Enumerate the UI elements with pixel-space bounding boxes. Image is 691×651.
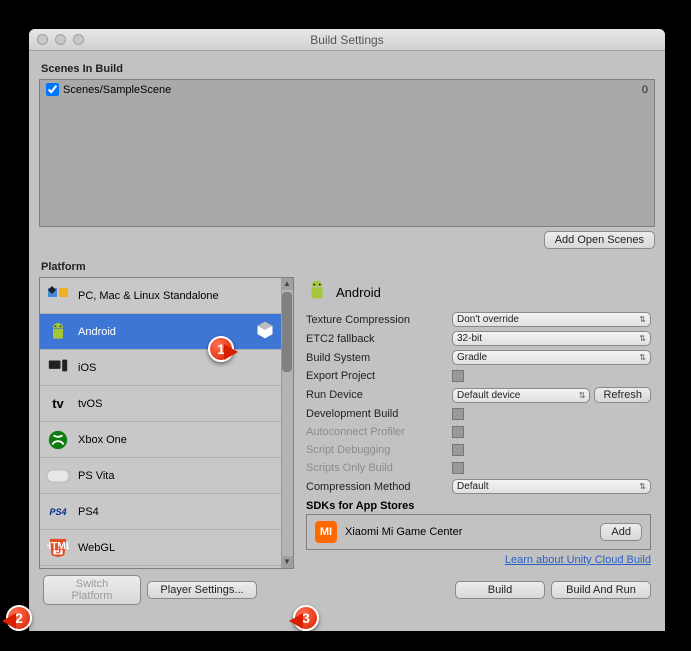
export-project-label: Export Project [306,370,452,382]
compression-method-select[interactable]: Default [452,479,651,494]
sdk-add-button[interactable]: Add [600,523,642,541]
platform-detail: Android Texture CompressionDon't overrid… [302,257,655,569]
psvita-icon [46,464,70,488]
sdk-item: MI Xiaomi Mi Game Center Add [306,514,651,550]
development-build-label: Development Build [306,408,452,420]
platform-item-xboxone[interactable]: Xbox One [40,422,281,458]
detail-title: Android [336,285,381,300]
scroll-thumb[interactable] [282,292,292,372]
platform-item-standalone[interactable]: PC, Mac & Linux Standalone [40,278,281,314]
scene-checkbox[interactable] [46,83,59,96]
platform-scrollbar[interactable]: ▲ ▼ [281,278,293,568]
xiaomi-icon: MI [315,521,337,543]
build-button[interactable]: Build [455,581,545,599]
etc2-fallback-label: ETC2 fallback [306,333,452,345]
scroll-down-icon[interactable]: ▼ [281,556,293,568]
callout-2: 2 [6,605,32,631]
build-settings-window: Build Settings Scenes In Build Scenes/Sa… [29,29,665,631]
platform-label: Xbox One [78,434,127,446]
scripts-only-build-checkbox [452,462,464,474]
sdks-heading: SDKs for App Stores [302,496,655,514]
tvos-icon: tv [46,392,70,416]
callout-1: 1 [208,336,234,362]
android-icon [306,280,328,305]
platform-label: PS Vita [78,470,115,482]
build-and-run-button[interactable]: Build And Run [551,581,651,599]
scene-index: 0 [642,84,648,96]
platform-item-webgl[interactable]: HTML5 WebGL [40,530,281,566]
texture-compression-label: Texture Compression [306,314,452,326]
unity-icon [255,320,275,343]
refresh-button[interactable]: Refresh [594,387,651,403]
svg-text:5: 5 [55,545,61,556]
scripts-only-build-label: Scripts Only Build [306,462,452,474]
xbox-icon [46,428,70,452]
platform-item-ps4[interactable]: PS4 PS4 [40,494,281,530]
platform-label: PS4 [78,506,99,518]
platform-item-more[interactable]: f [40,566,281,568]
platform-label: Android [78,326,116,338]
switch-platform-button: Switch Platform [43,575,141,605]
export-project-checkbox[interactable] [452,370,464,382]
compression-method-label: Compression Method [306,481,452,493]
scenes-heading: Scenes In Build [41,63,653,75]
platform-item-psvita[interactable]: PS Vita [40,458,281,494]
autoconnect-profiler-label: Autoconnect Profiler [306,426,452,438]
webgl-icon: HTML5 [46,536,70,560]
run-device-select[interactable]: Default device [452,388,590,403]
titlebar: Build Settings [29,29,665,51]
cloud-build-link[interactable]: Learn about Unity Cloud Build [505,554,651,566]
etc2-fallback-select[interactable]: 32-bit [452,331,651,346]
ps4-icon: PS4 [46,500,70,524]
window-title: Build Settings [29,33,665,47]
build-system-label: Build System [306,352,452,364]
android-icon [46,320,70,344]
scene-name: Scenes/SampleScene [63,84,171,96]
facebook-icon: f [46,568,66,569]
build-system-select[interactable]: Gradle [452,350,651,365]
script-debugging-label: Script Debugging [306,444,452,456]
platform-label: PC, Mac & Linux Standalone [78,290,219,302]
callout-3: 3 [293,605,319,631]
run-device-label: Run Device [306,389,452,401]
development-build-checkbox[interactable] [452,408,464,420]
ios-icon [46,356,70,380]
platform-label: tvOS [78,398,102,410]
scroll-up-icon[interactable]: ▲ [281,278,293,290]
platform-list: PC, Mac & Linux Standalone Android [39,277,294,569]
player-settings-button[interactable]: Player Settings... [147,581,257,599]
platform-label: iOS [78,362,96,374]
script-debugging-checkbox [452,444,464,456]
platform-label: WebGL [78,542,115,554]
sdk-name: Xiaomi Mi Game Center [345,526,462,538]
scenes-list[interactable]: Scenes/SampleScene 0 [39,79,655,227]
standalone-icon [46,284,70,308]
texture-compression-select[interactable]: Don't override [452,312,651,327]
scene-row[interactable]: Scenes/SampleScene 0 [42,82,652,97]
platform-heading: Platform [41,261,292,273]
autoconnect-profiler-checkbox [452,426,464,438]
platform-item-tvos[interactable]: tv tvOS [40,386,281,422]
add-open-scenes-button[interactable]: Add Open Scenes [544,231,655,249]
